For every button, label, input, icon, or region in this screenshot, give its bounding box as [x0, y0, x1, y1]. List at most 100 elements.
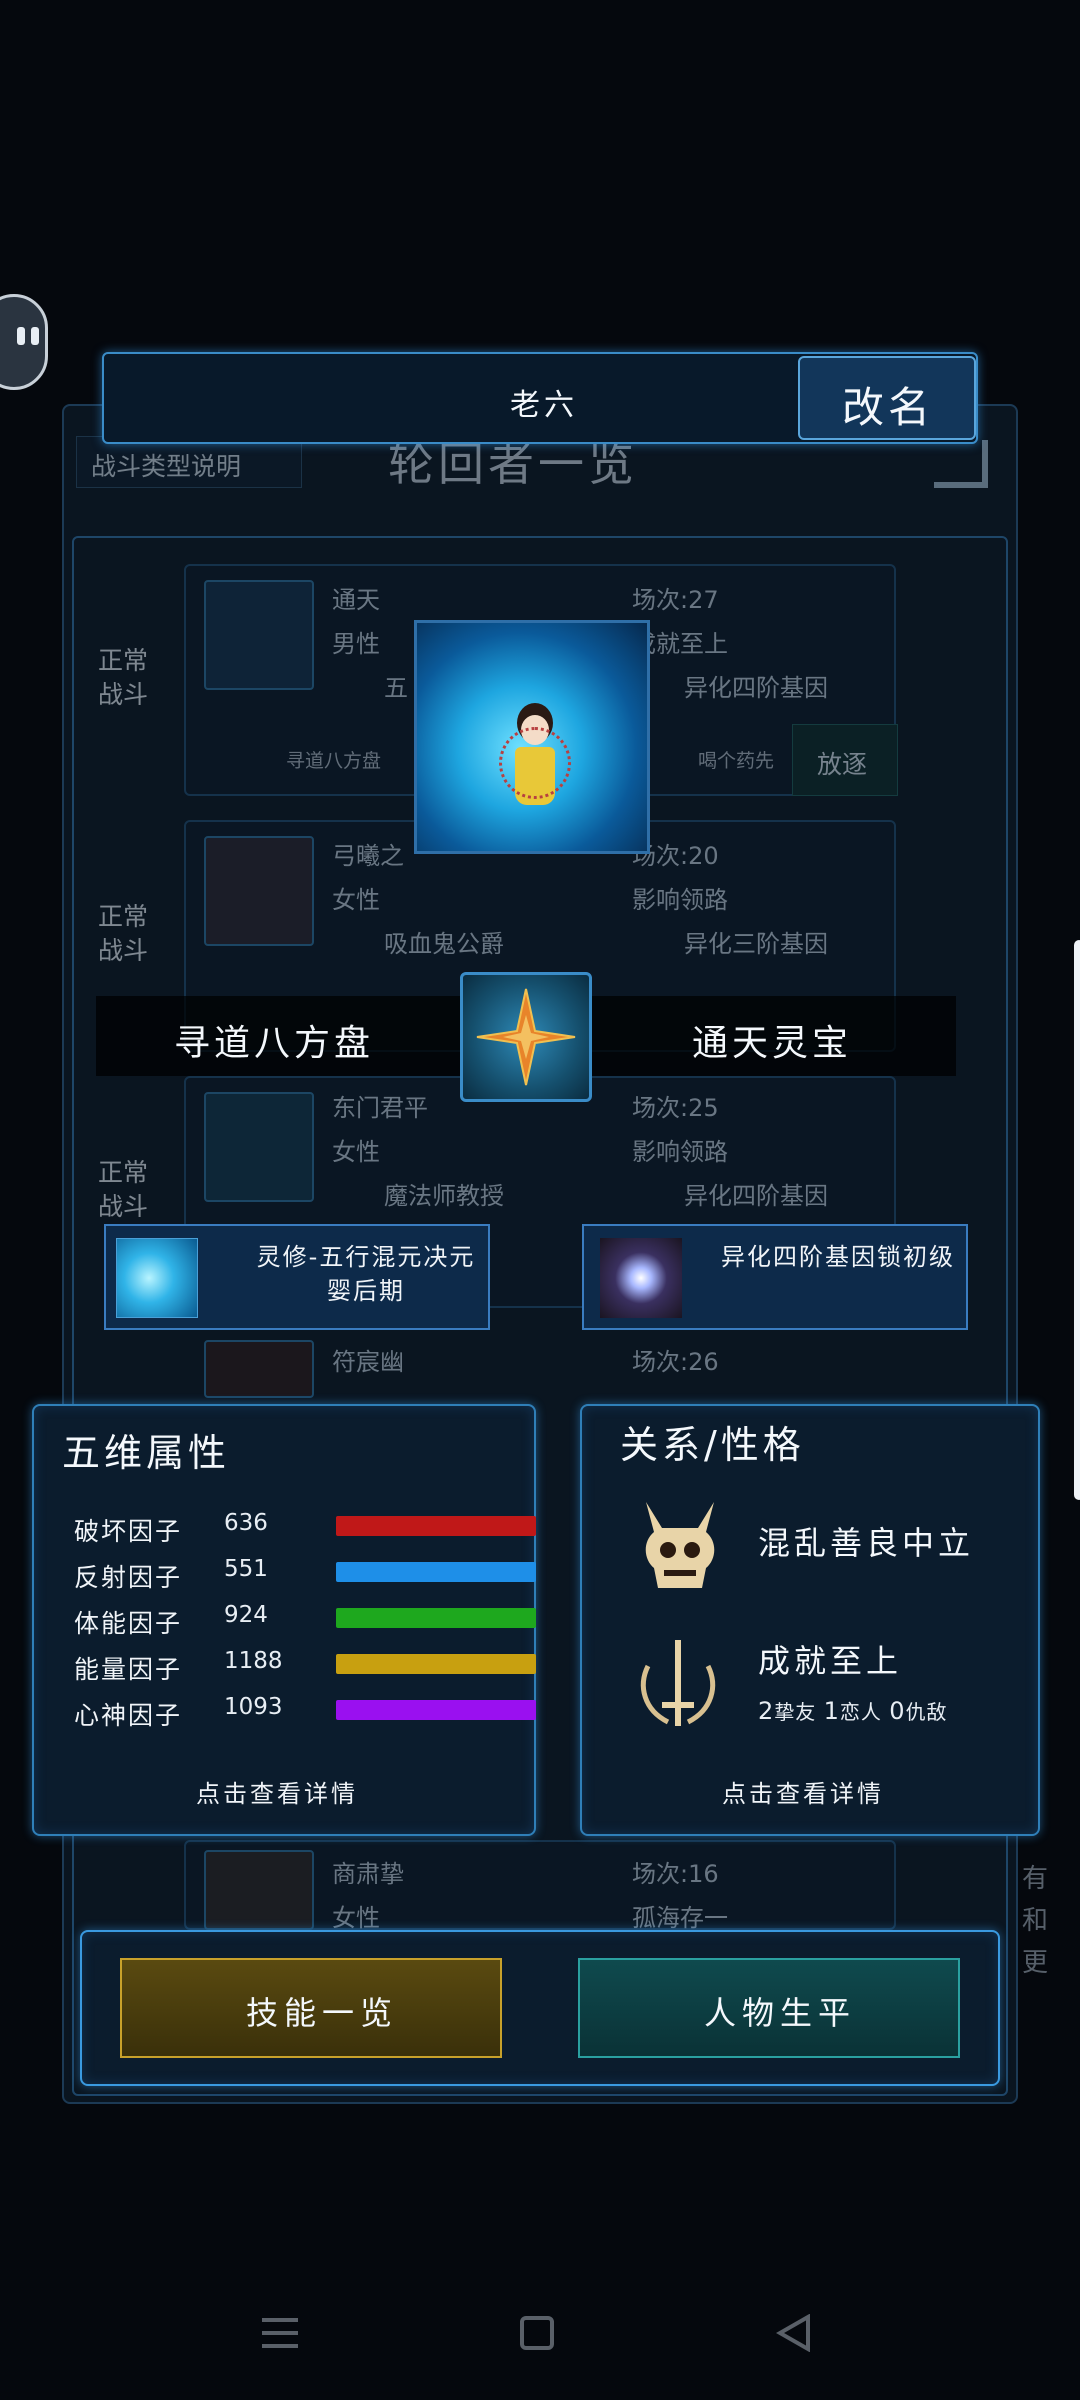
avatar [204, 580, 314, 690]
gene-card[interactable]: 异化四阶基因锁初级 [582, 1224, 968, 1330]
friends-count: 2 [758, 1697, 775, 1725]
relations-panel: 关系/性格 混乱善良中立 成就至上 2挚友 1恋人 0仇敌 点击查看详情 [580, 1404, 1040, 1836]
character-gene: 异化四阶基因 [684, 1182, 828, 1210]
stat-row-destroy: 破坏因子 636 [74, 1508, 536, 1546]
compass-star-icon [476, 988, 576, 1086]
alignment-text: 混乱善良中立 [758, 1524, 975, 1562]
stat-name: 反射因子 [74, 1563, 183, 1592]
relations-title: 关系/性格 [620, 1423, 805, 1467]
gene-level: 异化四阶基因锁初级 [721, 1243, 955, 1271]
rename-button[interactable]: 改名 [798, 356, 976, 440]
character-name: 弓曦之 [332, 842, 404, 870]
cultivation-card[interactable]: 灵修-五行混元决元婴后期 [104, 1224, 490, 1330]
lovers-count: 1 [823, 1697, 840, 1725]
floating-assistant-icon[interactable] [0, 294, 48, 390]
list-item[interactable]: 符宸幽 场次:26 [84, 1328, 904, 1398]
stat-name: 能量因子 [74, 1655, 183, 1684]
character-skill: 吸血鬼公爵 [384, 930, 504, 958]
artifact-grade: 通天灵宝 [692, 1023, 853, 1064]
character-sessions: 场次:16 [632, 1860, 719, 1888]
stat-row-stamina: 体能因子 924 [74, 1600, 536, 1638]
character-sessions: 场次:27 [632, 586, 719, 614]
character-name: 通天 [332, 586, 380, 614]
character-gene: 异化四阶基因 [684, 674, 828, 702]
character-trait: 影响领路 [632, 886, 728, 914]
character-trait: 孤海存一 [632, 1904, 728, 1932]
item-label: 寻道八方盘 [286, 750, 382, 772]
gene-icon [600, 1238, 682, 1318]
character-skill: 五 [384, 674, 408, 702]
stat-row-reflex: 反射因子 551 [74, 1554, 536, 1592]
character-gender: 男性 [332, 630, 380, 658]
list-item[interactable]: 商肃挚 女性 场次:16 孤海存一 [84, 1836, 904, 1936]
character-sessions: 场次:25 [632, 1094, 719, 1122]
stat-value: 1093 [224, 1694, 283, 1720]
cultivation-icon [116, 1238, 198, 1318]
biography-label: 人物生平 [704, 1994, 857, 2032]
lovers-label: 恋人 [839, 1700, 882, 1724]
relations-counts: 2挚友 1恋人 0仇敌 [758, 1696, 948, 1725]
character-gender: 女性 [332, 1904, 380, 1932]
character-name: 东门君平 [332, 1094, 428, 1122]
home-nav-icon[interactable] [520, 2316, 554, 2350]
battle-type: 正常战斗 [98, 646, 149, 709]
avatar [204, 1092, 314, 1202]
character-trait: 影响领路 [632, 1138, 728, 1166]
enemies-label: 仇敌 [905, 1700, 948, 1724]
stat-bar [336, 1700, 536, 1720]
stat-value: 924 [224, 1602, 268, 1628]
enemies-count: 0 [889, 1697, 906, 1725]
stat-value: 636 [224, 1510, 268, 1536]
stat-name: 体能因子 [74, 1609, 183, 1638]
attributes-panel: 五维属性 破坏因子 636 反射因子 551 体能因子 924 能量因子 118… [32, 1404, 536, 1836]
skills-button[interactable]: 技能一览 [120, 1958, 502, 2058]
skills-label: 技能一览 [246, 1994, 399, 2032]
compass-icon[interactable] [460, 972, 592, 1102]
stat-bar [336, 1516, 536, 1536]
character-gene: 异化三阶基因 [684, 930, 828, 958]
character-sprite [499, 703, 571, 813]
character-name-display: 老六 [510, 388, 578, 423]
character-name: 商肃挚 [332, 1860, 404, 1888]
menu-nav-icon[interactable] [262, 2316, 298, 2350]
battle-type-label: 战斗类型说明 [91, 452, 242, 481]
cultivation-realm: 灵修-五行混元决元婴后期 [256, 1243, 476, 1305]
relations-detail-link[interactable]: 点击查看详情 [722, 1774, 884, 1809]
battle-type: 正常战斗 [98, 902, 149, 965]
biography-button[interactable]: 人物生平 [578, 1958, 960, 2058]
stat-row-energy: 能量因子 1188 [74, 1646, 536, 1684]
avatar [204, 836, 314, 946]
exile-label: 放逐 [817, 750, 868, 779]
side-hint-text: 有和更 [1022, 1864, 1049, 1978]
sword-laurel-icon [628, 1636, 728, 1736]
stat-value: 551 [224, 1556, 268, 1582]
battle-type: 正常战斗 [98, 1158, 149, 1221]
friends-label: 挚友 [774, 1700, 817, 1724]
artifact-name: 寻道八方盘 [174, 1023, 375, 1064]
stat-row-mind: 心神因子 1093 [74, 1692, 536, 1730]
demon-skull-icon [636, 1498, 724, 1594]
character-name: 符宸幽 [332, 1348, 404, 1376]
exile-button[interactable]: 放逐 [792, 724, 898, 796]
character-skill: 魔法师教授 [384, 1182, 504, 1210]
rename-label: 改名 [842, 383, 935, 432]
stat-bar [336, 1654, 536, 1674]
avatar [204, 1340, 314, 1398]
trait-text: 成就至上 [758, 1642, 903, 1680]
back-nav-icon[interactable] [775, 2313, 812, 2353]
stat-bar [336, 1562, 536, 1582]
avatar [204, 1850, 314, 1930]
item-label: 喝个药先 [698, 750, 775, 772]
stat-bar [336, 1608, 536, 1628]
character-gender: 女性 [332, 1138, 380, 1166]
stat-name: 心神因子 [74, 1701, 183, 1730]
character-gender: 女性 [332, 886, 380, 914]
character-portrait [414, 620, 650, 854]
attributes-detail-link[interactable]: 点击查看详情 [196, 1774, 358, 1809]
stat-name: 破坏因子 [74, 1517, 183, 1546]
edge-scroll-handle[interactable] [1074, 940, 1080, 1500]
character-sessions: 场次:26 [632, 1348, 719, 1376]
attributes-title: 五维属性 [62, 1431, 231, 1475]
stat-value: 1188 [224, 1648, 283, 1674]
back-icon[interactable] [934, 440, 988, 488]
